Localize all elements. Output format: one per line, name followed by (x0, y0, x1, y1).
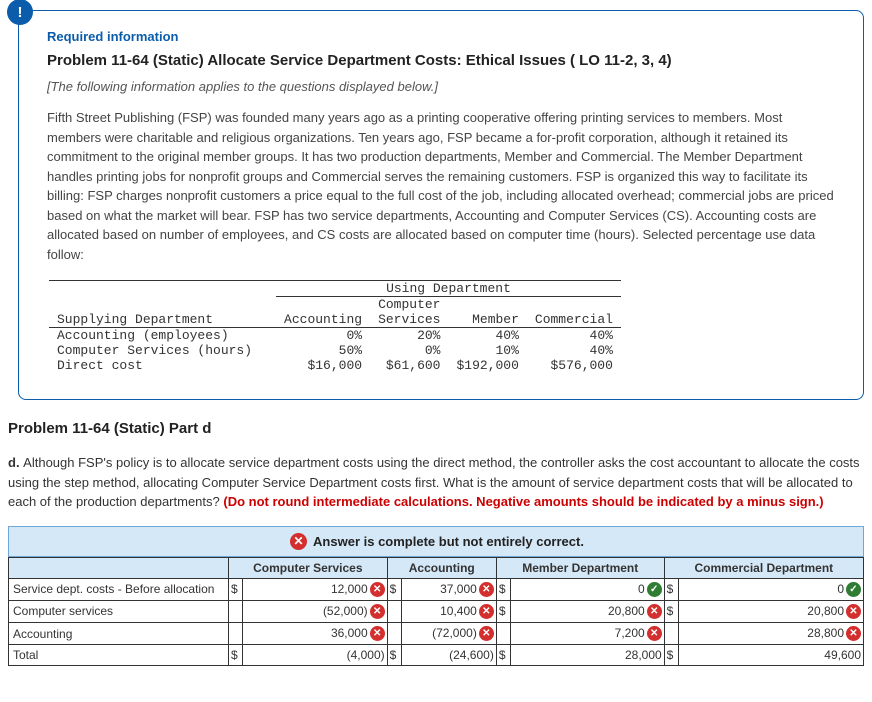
col-commercial: Commercial (527, 312, 621, 328)
currency-cell: $ (387, 578, 401, 600)
answer-table: Computer Services Accounting Member Depa… (8, 557, 864, 667)
alert-icon: ! (7, 0, 33, 25)
currency-cell: $ (496, 645, 510, 666)
x-icon (479, 604, 494, 619)
x-icon (370, 626, 385, 641)
value-cell[interactable]: 0 (510, 578, 664, 600)
answer-row: Total$(4,000)$(24,600)$28,000$49,600 (9, 645, 864, 666)
x-icon (846, 604, 861, 619)
value-cell[interactable]: 28,800 (678, 623, 863, 645)
value-cell[interactable]: (4,000) (243, 645, 388, 666)
answer-row: Computer services(52,000)10,400$20,800$2… (9, 600, 864, 622)
currency-cell: $ (496, 578, 510, 600)
problem-title: Problem 11-64 (Static) Allocate Service … (47, 52, 839, 69)
required-label: Required information (47, 29, 839, 44)
usage-row: Direct cost $16,000 $61,600 $192,000 $57… (49, 358, 621, 373)
currency-cell (664, 623, 678, 645)
currency-cell (229, 623, 243, 645)
currency-cell (496, 623, 510, 645)
part-lead: d. (8, 455, 23, 470)
x-icon (647, 604, 662, 619)
value-cell[interactable]: 36,000 (243, 623, 388, 645)
usage-group-header: Using Department (276, 281, 621, 297)
currency-cell: $ (229, 578, 243, 600)
currency-cell (387, 623, 401, 645)
col-member: Member (448, 312, 526, 328)
row-label: Accounting (9, 623, 229, 645)
feedback-text: Answer is complete but not entirely corr… (313, 534, 584, 549)
usage-table: Using Department Computer Supplying Depa… (49, 280, 621, 373)
value-cell[interactable]: 0 (678, 578, 863, 600)
currency-cell: $ (664, 600, 678, 622)
row-label: Total (9, 645, 229, 666)
check-icon (846, 582, 861, 597)
currency-cell: $ (496, 600, 510, 622)
answer-row: Accounting 36,000 (72,000) 7,200 28,800 (9, 623, 864, 645)
answer-header-row: Computer Services Accounting Member Depa… (9, 557, 864, 578)
currency-cell (229, 600, 243, 622)
info-card: ! Required information Problem 11-64 (St… (18, 10, 864, 400)
x-icon (479, 582, 494, 597)
value-cell[interactable]: (72,000) (401, 623, 496, 645)
check-icon (647, 582, 662, 597)
part-red-note: (Do not round intermediate calculations.… (223, 494, 823, 509)
applies-note: [The following information applies to th… (47, 79, 839, 94)
value-cell[interactable]: 20,800 (678, 600, 863, 622)
row-label: Service dept. costs - Before allocation (9, 578, 229, 600)
usage-row: Computer Services (hours) 50% 0% 10% 40% (49, 343, 621, 358)
problem-body: Fifth Street Publishing (FSP) was founde… (47, 108, 839, 264)
currency-cell: $ (664, 578, 678, 600)
value-cell[interactable]: 10,400 (401, 600, 496, 622)
col-cs: Services (370, 312, 448, 328)
x-icon (370, 582, 385, 597)
x-icon (370, 604, 385, 619)
value-cell[interactable]: 28,000 (510, 645, 664, 666)
currency-cell: $ (387, 645, 401, 666)
x-icon (647, 626, 662, 641)
col-supply: Supplying Department (49, 312, 260, 328)
value-cell[interactable]: 37,000 (401, 578, 496, 600)
value-cell[interactable]: 49,600 (678, 645, 863, 666)
currency-cell: $ (664, 645, 678, 666)
currency-cell: $ (229, 645, 243, 666)
feedback-bar: Answer is complete but not entirely corr… (8, 526, 864, 557)
x-icon (290, 533, 307, 550)
answer-block: Answer is complete but not entirely corr… (8, 526, 864, 667)
answer-row: Service dept. costs - Before allocation$… (9, 578, 864, 600)
x-icon (479, 626, 494, 641)
row-label: Computer services (9, 600, 229, 622)
value-cell[interactable]: (24,600) (401, 645, 496, 666)
col-accounting: Accounting (276, 312, 370, 328)
value-cell[interactable]: (52,000) (243, 600, 388, 622)
value-cell[interactable]: 7,200 (510, 623, 664, 645)
part-title: Problem 11-64 (Static) Part d (8, 420, 864, 437)
x-icon (846, 626, 861, 641)
usage-row: Accounting (employees) 0% 20% 40% 40% (49, 328, 621, 344)
part-body: d. Although FSP's policy is to allocate … (8, 453, 864, 512)
value-cell[interactable]: 20,800 (510, 600, 664, 622)
value-cell[interactable]: 12,000 (243, 578, 388, 600)
currency-cell (387, 600, 401, 622)
